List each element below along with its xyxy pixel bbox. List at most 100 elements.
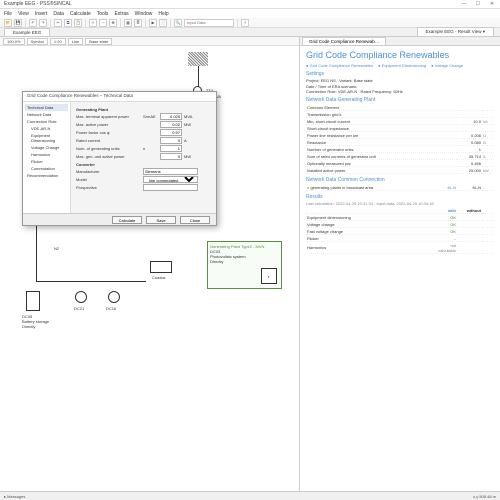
tab-result-view[interactable]: Example EEG - Result View ▾ <box>417 27 494 36</box>
diagram-canvas[interactable]: 100.0% Symbol 1:20 Line Base state TT4 0… <box>0 37 300 491</box>
save-button[interactable]: Save <box>146 216 176 224</box>
minimize-icon[interactable]: — <box>460 1 468 7</box>
menu-window[interactable]: Window <box>135 11 153 17</box>
section-gen-plant: Generating Plant <box>76 107 211 112</box>
tool-open-icon[interactable]: 📂 <box>4 19 12 27</box>
input-pmaxunit[interactable] <box>160 153 182 160</box>
tree-harmonics[interactable]: Harmonics <box>25 151 68 158</box>
lbl-manuf: Manufacturer <box>76 169 141 174</box>
dialog-nav-tree: Technical Data Network Data Connection R… <box>23 102 71 213</box>
link-vchange[interactable]: ● Voltage Change <box>431 63 463 68</box>
tool-report-icon[interactable]: 📄 <box>159 19 167 27</box>
tree-equip-dim[interactable]: Equipment Dimensioning <box>25 132 68 144</box>
tool-copy-icon[interactable]: ⧉ <box>64 19 72 27</box>
tool-zoom-in-icon[interactable]: ＋ <box>89 19 97 27</box>
tool-layers-icon[interactable]: ≣ <box>134 19 142 27</box>
tool-help-icon[interactable]: ? <box>241 19 249 27</box>
lbl-srmae: Max. terminal apparent power <box>76 114 141 119</box>
tree-recommendation[interactable]: Recommendation <box>25 172 68 179</box>
state-combo[interactable]: Base state <box>85 38 112 45</box>
input-cosphi[interactable] <box>160 129 182 136</box>
status-messages[interactable]: ▸ Messages <box>4 494 25 499</box>
tool-cut-icon[interactable]: ✂ <box>54 19 62 27</box>
tree-connection-rule[interactable]: Connection Rule <box>25 118 68 125</box>
line-mode[interactable]: Line <box>68 38 84 45</box>
lbl-prospective: Prospective <box>76 185 141 190</box>
toolbar-search-input[interactable] <box>184 19 234 27</box>
link-equip[interactable]: ● Equipment Dimensioning <box>378 63 426 68</box>
ndce-table: × generating plants in broadcast areaM–N… <box>306 184 494 191</box>
tool-paste-icon[interactable]: 📋 <box>74 19 82 27</box>
maximize-icon[interactable]: ☐ <box>474 1 482 7</box>
calculate-button[interactable]: Calculate <box>112 216 142 224</box>
link-gcc[interactable]: ● Grid Code Compliance Renewables <box>306 63 373 68</box>
tool-run-icon[interactable]: ▶ <box>149 19 157 27</box>
lbl-nunits: Num. of generating units <box>76 146 141 151</box>
input-irated[interactable] <box>160 137 182 144</box>
tree-technical-data[interactable]: Technical Data <box>25 104 68 111</box>
dialog-title: Grid Code Compliance Renewables – Techni… <box>23 92 216 102</box>
input-manuf[interactable] <box>143 168 198 175</box>
label-dc21: DC21 <box>74 306 84 311</box>
tool-undo-icon[interactable]: ↶ <box>29 19 37 27</box>
dc16-symbol[interactable] <box>108 291 120 303</box>
lbl-pmax: Max. active power <box>76 122 141 127</box>
lbl-pmaxunit: Max. gen. unit active power <box>76 154 141 159</box>
section-ndce: Network Data Common Connection <box>306 177 494 183</box>
close-icon[interactable]: ✕ <box>488 1 496 7</box>
label-coaxial: Coaxial <box>152 275 165 280</box>
tool-zoom-out-icon[interactable]: － <box>99 19 107 27</box>
symbol-mode[interactable]: Symbol <box>27 38 48 45</box>
zoom-combo[interactable]: 100.0% <box>3 38 25 45</box>
label-dc16: DC16 <box>106 306 116 311</box>
section-results: Results <box>306 194 494 200</box>
scale-combo[interactable]: 1:20 <box>50 38 66 45</box>
results-timestamp: Last calculation: 2022-04-29 10:31:34 · … <box>306 201 494 206</box>
menu-calculate[interactable]: Calculate <box>70 11 91 17</box>
tab-example-eeg[interactable]: Example EEG <box>4 28 50 36</box>
tree-commutation[interactable]: Commutation <box>25 165 68 172</box>
tree-vde-arn[interactable]: VDE-AR-N <box>25 125 68 132</box>
menu-view[interactable]: View <box>18 11 29 17</box>
dc21-symbol[interactable] <box>75 291 87 303</box>
menubar: File View Insert Data Calculate Tools Ex… <box>0 9 500 18</box>
pv-icon: ◐ <box>261 268 277 284</box>
results-heading: Grid Code Compliance Renewables <box>306 50 494 60</box>
select-model[interactable]: line commutated <box>143 176 198 183</box>
menu-extras[interactable]: Extras <box>114 11 128 17</box>
input-pmax[interactable] <box>160 121 182 128</box>
status-coords: x,y 508.48 m <box>473 494 496 499</box>
label-dc05: DC05 Battery storage Directly <box>22 314 49 329</box>
input-prospective[interactable] <box>143 184 198 191</box>
results-table: withwithout Equipment dimensioningOK Vol… <box>306 207 494 254</box>
menu-data[interactable]: Data <box>53 11 64 17</box>
menu-tools[interactable]: Tools <box>97 11 109 17</box>
lbl-model: Model <box>76 177 141 182</box>
menu-file[interactable]: File <box>4 11 12 17</box>
section-ndgp: Network Data Generating Plant <box>306 97 494 103</box>
ndgp-table: Common Element Transmission grid k Min. … <box>306 104 494 174</box>
tool-find-icon[interactable]: 🔍 <box>174 19 182 27</box>
tree-flicker[interactable]: Flicker <box>25 158 68 165</box>
results-panel: Grid Code Compliance Renewab… Grid Code … <box>300 37 500 491</box>
tool-pan-icon[interactable]: ✥ <box>109 19 117 27</box>
menu-insert[interactable]: Insert <box>35 11 48 17</box>
tree-network-data[interactable]: Network Data <box>25 111 68 118</box>
tool-redo-icon[interactable]: ↷ <box>39 19 47 27</box>
close-button[interactable]: Close <box>180 216 210 224</box>
tool-grid-icon[interactable]: ▦ <box>124 19 132 27</box>
dc05-symbol[interactable] <box>26 291 40 311</box>
tool-save-icon[interactable]: 💾 <box>14 19 22 27</box>
generating-plant-box[interactable]: Generating Plant Type2 - MVN DC03 Photov… <box>207 241 282 289</box>
lbl-irated: Rated current <box>76 138 141 143</box>
results-tab[interactable]: Grid Code Compliance Renewab… <box>302 37 386 45</box>
input-srmae[interactable] <box>160 113 182 120</box>
lbl-cosphi: Power factor cos φ <box>76 130 141 135</box>
external-grid-symbol[interactable] <box>188 52 208 66</box>
input-nunits[interactable] <box>160 145 182 152</box>
gen-box-line3: Directly <box>210 259 279 264</box>
menu-help[interactable]: Help <box>158 11 168 17</box>
section-settings: Settings <box>306 71 494 77</box>
tree-voltage-change[interactable]: Voltage Change <box>25 144 68 151</box>
coaxial-symbol[interactable] <box>150 261 172 273</box>
